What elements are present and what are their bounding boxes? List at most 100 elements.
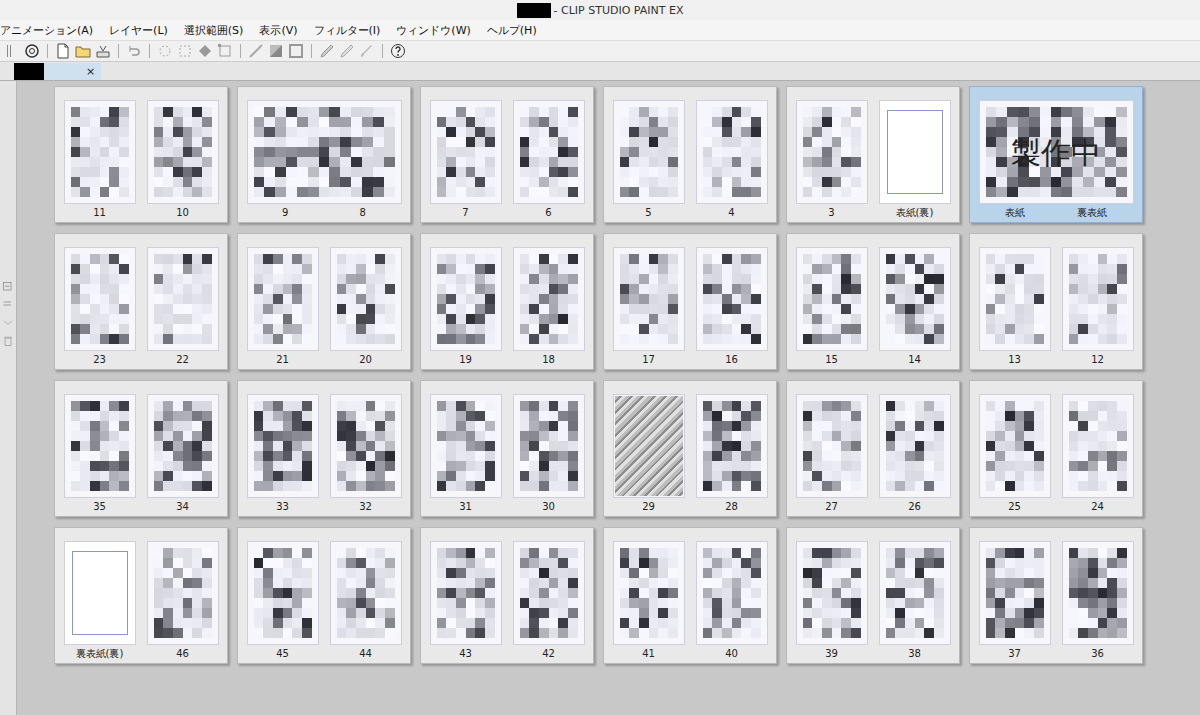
transform-icon[interactable] [217,43,233,59]
page-thumbnail[interactable] [796,394,868,498]
page[interactable]: 34 [147,394,219,513]
page-thumbnail[interactable] [330,247,402,351]
page[interactable]: 32 [330,394,402,513]
page-spread[interactable]: 2726 [786,380,960,517]
page[interactable]: 16 [696,247,768,366]
menu-item[interactable]: 選択範囲(S) [184,23,244,38]
page-thumbnail[interactable] [330,541,402,645]
page[interactable]: 20 [330,247,402,366]
page[interactable]: 37 [979,541,1051,660]
page[interactable]: 31 [430,394,502,513]
page[interactable]: 5 [613,100,685,219]
page[interactable]: 41 [613,541,685,660]
page[interactable]: 23 [64,247,136,366]
page[interactable]: 11 [64,100,136,219]
page-spread[interactable]: 1110 [54,86,228,223]
page-thumbnail[interactable] [879,100,951,204]
page-thumbnail[interactable] [64,541,136,645]
page-spread[interactable]: 2120 [237,233,411,370]
page[interactable]: 18 [513,247,585,366]
page-spread[interactable]: 1716 [603,233,777,370]
open-folder-icon[interactable] [75,43,91,59]
page-spread[interactable]: 3736 [969,527,1143,664]
menu-item[interactable]: ウィンドウ(W) [396,23,470,38]
page-spread[interactable]: 76 [420,86,594,223]
page-spread[interactable]: 3534 [54,380,228,517]
frame-icon[interactable] [288,43,304,59]
page[interactable]: 45 [247,541,319,660]
page[interactable]: 36 [1062,541,1134,660]
page-thumbnail[interactable] [696,100,768,204]
new-file-icon[interactable] [55,43,71,59]
page-thumbnail[interactable] [879,541,951,645]
page-thumbnail[interactable] [879,394,951,498]
page-spread[interactable]: 2524 [969,380,1143,517]
page[interactable]: 26 [879,394,951,513]
page-thumbnail[interactable] [696,394,768,498]
page-thumbnail[interactable] [979,394,1051,498]
page-spread[interactable]: 3332 [237,380,411,517]
close-tab-button[interactable]: × [44,63,101,80]
brush-icon[interactable] [359,43,375,59]
page-thumbnail[interactable] [147,247,219,351]
fill-icon[interactable] [197,43,213,59]
menu-item[interactable]: アニメーション(A) [0,23,93,38]
page-thumbnail[interactable] [796,247,868,351]
page[interactable]: 38 [879,541,951,660]
page-thumbnail[interactable] [879,247,951,351]
page-thumbnail[interactable] [430,247,502,351]
collapse-icon[interactable] [2,317,14,329]
page[interactable]: 22 [147,247,219,366]
page-thumbnail[interactable] [979,541,1051,645]
page-spread[interactable]: 3130 [420,380,594,517]
page-spread[interactable]: 4544 [237,527,411,664]
document-tab[interactable]: × [14,63,101,80]
page-spread[interactable]: 1918 [420,233,594,370]
page-thumbnail[interactable] [247,394,319,498]
page-thumbnail[interactable] [613,394,685,498]
page-thumbnail[interactable] [247,100,402,204]
page[interactable]: 39 [796,541,868,660]
undo-icon[interactable] [126,43,142,59]
page-thumbnail[interactable] [513,394,585,498]
page-thumbnail[interactable] [64,100,136,204]
page-spread[interactable]: 54 [603,86,777,223]
page[interactable]: 25 [979,394,1051,513]
page[interactable]: 33 [247,394,319,513]
page-thumbnail[interactable] [247,247,319,351]
page-thumbnail[interactable] [613,100,685,204]
page-thumbnail[interactable] [147,100,219,204]
page[interactable]: 30 [513,394,585,513]
page-spread[interactable]: 98 [237,86,411,223]
page-spread[interactable]: 2322 [54,233,228,370]
page-spread[interactable]: 4342 [420,527,594,664]
page[interactable]: 29 [613,394,685,513]
page[interactable]: 43 [430,541,502,660]
page[interactable]: 7 [430,100,502,219]
fit-icon[interactable] [2,299,14,311]
save-icon[interactable] [95,43,111,59]
page-thumbnail[interactable] [796,100,868,204]
page[interactable]: 17 [613,247,685,366]
page[interactable]: 40 [696,541,768,660]
page-thumbnail[interactable] [147,541,219,645]
page[interactable]: 44 [330,541,402,660]
page[interactable]: 裏表紙(裏) [64,541,136,660]
trash-icon[interactable] [2,335,14,347]
page[interactable]: 46 [147,541,219,660]
app-icon[interactable] [24,43,40,59]
page[interactable]: 28 [696,394,768,513]
page[interactable]: 14 [879,247,951,366]
page-thumbnail[interactable] [64,394,136,498]
pencil-icon[interactable] [339,43,355,59]
page[interactable]: 21 [247,247,319,366]
page-thumbnail[interactable] [430,394,502,498]
page-spread[interactable]: 3938 [786,527,960,664]
page[interactable]: 27 [796,394,868,513]
page-thumbnail[interactable] [513,100,585,204]
page-spread[interactable]: 2928 [603,380,777,517]
page-spread[interactable]: 1514 [786,233,960,370]
page[interactable]: 4 [696,100,768,219]
page-thumbnail[interactable] [1062,541,1134,645]
page-thumbnail[interactable] [247,541,319,645]
